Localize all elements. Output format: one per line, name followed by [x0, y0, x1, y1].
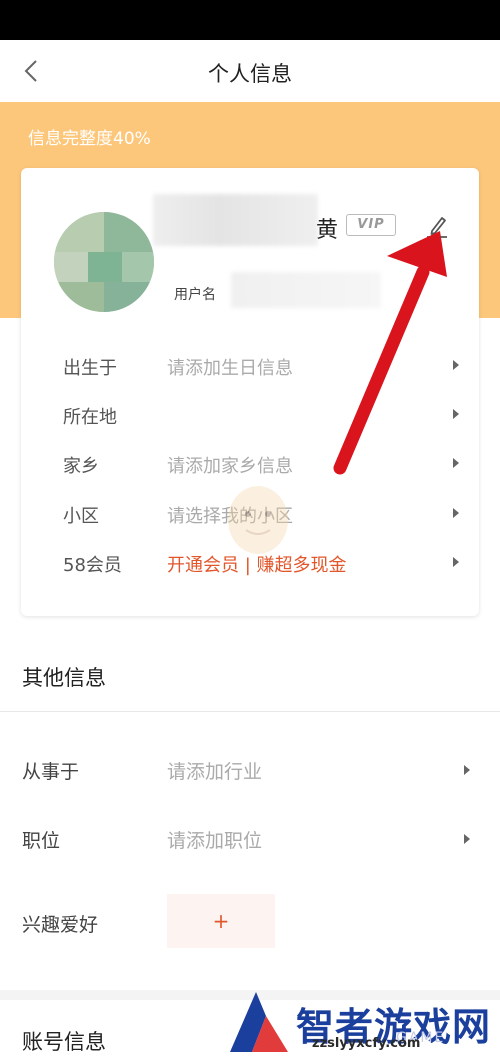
- pencil-icon: [427, 217, 447, 238]
- page-title: 个人信息: [208, 62, 292, 86]
- status-bar: [0, 0, 500, 40]
- arrow-right-icon: [453, 360, 459, 370]
- arrow-right-icon: [453, 557, 459, 567]
- arrow-right-icon: [453, 458, 459, 468]
- row-position[interactable]: 职位 请添加职位: [22, 820, 472, 856]
- row-birthday[interactable]: 出生于 请添加生日信息: [63, 348, 459, 382]
- arrow-right-icon: [464, 765, 470, 775]
- divider: [0, 711, 500, 712]
- arrow-right-icon: [453, 508, 459, 518]
- name-redacted: [153, 194, 318, 246]
- vip-badge: VIP: [346, 214, 396, 236]
- row-label: 家乡: [63, 456, 99, 477]
- add-hobby-button[interactable]: +: [167, 894, 275, 948]
- row-value: 请添加职位: [167, 830, 263, 852]
- row-industry[interactable]: 从事于 请添加行业: [22, 751, 472, 787]
- other-info-title: 其他信息: [22, 666, 106, 690]
- username-redacted: [231, 272, 381, 308]
- row-label: 出生于: [63, 358, 117, 379]
- row-label: 所在地: [63, 407, 117, 428]
- avatar[interactable]: [54, 212, 154, 312]
- row-label: 58会员: [63, 555, 122, 576]
- username-label: 用户名: [174, 287, 216, 303]
- site-logo-icon: [230, 992, 288, 1052]
- user-name: 黄: [316, 218, 339, 243]
- arrow-right-icon: [453, 409, 459, 419]
- mascot-watermark-icon: [228, 486, 288, 554]
- row-location[interactable]: 所在地: [63, 397, 459, 431]
- row-label: 职位: [22, 830, 61, 852]
- watermark-url: zzslyyxcfy.com: [312, 1036, 421, 1051]
- nav-bar: 个人信息: [0, 40, 500, 102]
- account-info-title: 账号信息: [22, 1030, 106, 1054]
- arrow-right-icon: [464, 834, 470, 844]
- row-label: 从事于: [22, 761, 80, 783]
- row-label: 兴趣爱好: [22, 914, 99, 936]
- row-label: 小区: [63, 506, 99, 527]
- row-value: 请添加生日信息: [167, 358, 293, 379]
- edit-button[interactable]: [423, 212, 451, 240]
- row-value: 请添加行业: [167, 761, 263, 783]
- completeness-text: 信息完整度40%: [28, 129, 151, 149]
